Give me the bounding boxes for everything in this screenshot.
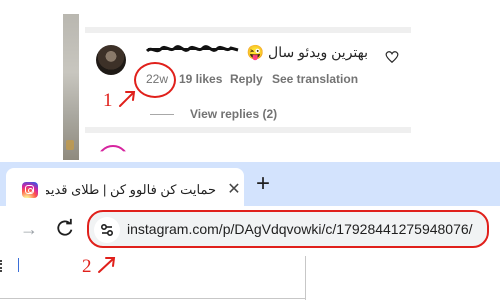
view-replies-button[interactable]: View replies (2) xyxy=(190,107,277,121)
page-content-area xyxy=(0,256,500,300)
browser-window: حمایت کن فالوو کن | طلای قدیمی ✕ + → ins… xyxy=(0,162,500,300)
commenter-avatar[interactable] xyxy=(96,45,126,75)
new-tab-button[interactable]: + xyxy=(253,170,273,198)
reload-icon[interactable] xyxy=(55,218,75,238)
comment-divider xyxy=(85,127,411,133)
comments-panel xyxy=(79,14,414,160)
browser-toolbar: → instagram.com/p/DAgVdqvowki/c/17928441… xyxy=(0,206,500,256)
redacted-username[interactable] xyxy=(146,44,239,56)
active-tab[interactable]: حمایت کن فالوو کن | طلای قدیمی ✕ xyxy=(6,168,244,206)
screenshot-frame: بهترین ویدئو سال 😜 22w 19 likes Reply Se… xyxy=(0,0,500,300)
address-url[interactable]: instagram.com/p/DAgVdqvowki/c/1792844127… xyxy=(127,221,473,237)
tune-icon[interactable] xyxy=(94,217,120,243)
bottom-divider xyxy=(0,298,305,299)
tab-title: حمایت کن فالوو کن | طلای قدیمی xyxy=(46,182,216,197)
post-image-edge xyxy=(63,14,79,160)
view-replies-line xyxy=(150,114,174,115)
annotation-number-1: 1 xyxy=(103,90,113,111)
forward-arrow-icon[interactable]: → xyxy=(20,220,38,238)
comment-divider xyxy=(85,27,411,33)
tab-close-icon[interactable]: ✕ xyxy=(225,181,243,199)
reply-button[interactable]: Reply xyxy=(230,72,263,86)
text-cursor xyxy=(18,258,19,272)
address-bar[interactable]: instagram.com/p/DAgVdqvowki/c/1792844127… xyxy=(87,210,489,248)
see-translation-button[interactable]: See translation xyxy=(272,72,358,86)
like-heart-icon[interactable] xyxy=(385,50,399,64)
annotation-circle-time xyxy=(134,62,176,98)
panel-divider xyxy=(305,256,306,300)
comment-likes[interactable]: 19 likes xyxy=(179,72,222,86)
instagram-icon xyxy=(22,182,38,198)
annotation-number-2: 2 xyxy=(82,256,92,277)
tab-strip: حمایت کن فالوو کن | طلای قدیمی ✕ + xyxy=(0,162,500,206)
edge-marker xyxy=(0,260,3,272)
comment-text: بهترین ویدئو سال 😜 xyxy=(246,44,368,60)
